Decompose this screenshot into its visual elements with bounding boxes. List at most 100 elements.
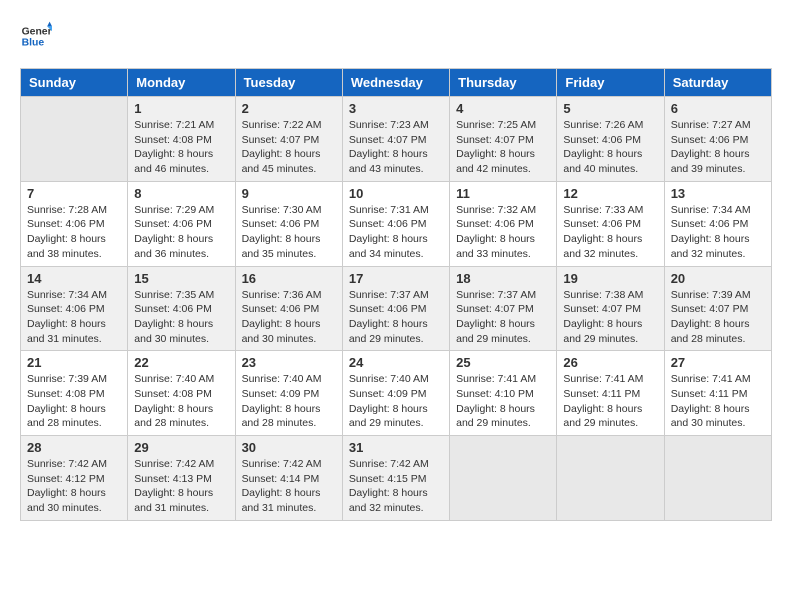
calendar-cell: 23 Sunrise: 7:40 AM Sunset: 4:09 PM Dayli… — [235, 351, 342, 436]
day-of-week-header: Monday — [128, 69, 235, 97]
calendar-cell: 9 Sunrise: 7:30 AM Sunset: 4:06 PM Daylig… — [235, 181, 342, 266]
day-number: 16 — [242, 271, 336, 286]
calendar-cell: 31 Sunrise: 7:42 AM Sunset: 4:15 PM Dayli… — [342, 436, 449, 521]
day-info: Sunrise: 7:39 AM Sunset: 4:08 PM Dayligh… — [27, 372, 121, 431]
day-number: 5 — [563, 101, 657, 116]
day-number: 24 — [349, 355, 443, 370]
day-number: 8 — [134, 186, 228, 201]
day-number: 30 — [242, 440, 336, 455]
day-info: Sunrise: 7:42 AM Sunset: 4:15 PM Dayligh… — [349, 457, 443, 516]
day-info: Sunrise: 7:41 AM Sunset: 4:11 PM Dayligh… — [671, 372, 765, 431]
svg-text:General: General — [22, 26, 52, 37]
calendar-cell: 17 Sunrise: 7:37 AM Sunset: 4:06 PM Dayli… — [342, 266, 449, 351]
day-info: Sunrise: 7:22 AM Sunset: 4:07 PM Dayligh… — [242, 118, 336, 177]
day-number: 19 — [563, 271, 657, 286]
calendar-cell: 15 Sunrise: 7:35 AM Sunset: 4:06 PM Dayli… — [128, 266, 235, 351]
day-info: Sunrise: 7:42 AM Sunset: 4:14 PM Dayligh… — [242, 457, 336, 516]
day-info: Sunrise: 7:40 AM Sunset: 4:09 PM Dayligh… — [242, 372, 336, 431]
day-info: Sunrise: 7:36 AM Sunset: 4:06 PM Dayligh… — [242, 288, 336, 347]
calendar-cell: 29 Sunrise: 7:42 AM Sunset: 4:13 PM Dayli… — [128, 436, 235, 521]
day-number: 29 — [134, 440, 228, 455]
day-number: 21 — [27, 355, 121, 370]
day-number: 7 — [27, 186, 121, 201]
day-of-week-header: Thursday — [450, 69, 557, 97]
calendar-cell — [21, 97, 128, 182]
calendar-cell: 26Sunrise: 7:41 AM Sunset: 4:11 PM Dayli… — [557, 351, 664, 436]
calendar-cell — [664, 436, 771, 521]
day-number: 9 — [242, 186, 336, 201]
calendar-header-row: SundayMondayTuesdayWednesdayThursdayFrid… — [21, 69, 772, 97]
calendar-cell: 10Sunrise: 7:31 AM Sunset: 4:06 PM Dayli… — [342, 181, 449, 266]
day-number: 17 — [349, 271, 443, 286]
day-info: Sunrise: 7:41 AM Sunset: 4:11 PM Dayligh… — [563, 372, 657, 431]
day-number: 13 — [671, 186, 765, 201]
day-number: 25 — [456, 355, 550, 370]
calendar-cell: 25 Sunrise: 7:41 AM Sunset: 4:10 PM Dayli… — [450, 351, 557, 436]
day-info: Sunrise: 7:41 AM Sunset: 4:10 PM Dayligh… — [456, 372, 550, 431]
calendar-cell: 14 Sunrise: 7:34 AM Sunset: 4:06 PM Dayli… — [21, 266, 128, 351]
calendar-cell: 27 Sunrise: 7:41 AM Sunset: 4:11 PM Dayli… — [664, 351, 771, 436]
calendar-cell: 28 Sunrise: 7:42 AM Sunset: 4:12 PM Dayli… — [21, 436, 128, 521]
day-info: Sunrise: 7:40 AM Sunset: 4:08 PM Dayligh… — [134, 372, 228, 431]
logo-icon: General Blue — [20, 20, 52, 52]
day-of-week-header: Wednesday — [342, 69, 449, 97]
day-info: Sunrise: 7:37 AM Sunset: 4:06 PM Dayligh… — [349, 288, 443, 347]
calendar-cell: 22Sunrise: 7:40 AM Sunset: 4:08 PM Dayli… — [128, 351, 235, 436]
day-info: Sunrise: 7:35 AM Sunset: 4:06 PM Dayligh… — [134, 288, 228, 347]
calendar-cell: 16 Sunrise: 7:36 AM Sunset: 4:06 PM Dayli… — [235, 266, 342, 351]
day-number: 2 — [242, 101, 336, 116]
day-info: Sunrise: 7:30 AM Sunset: 4:06 PM Dayligh… — [242, 203, 336, 262]
calendar-cell: 2 Sunrise: 7:22 AM Sunset: 4:07 PM Daylig… — [235, 97, 342, 182]
day-info: Sunrise: 7:27 AM Sunset: 4:06 PM Dayligh… — [671, 118, 765, 177]
day-info: Sunrise: 7:42 AM Sunset: 4:13 PM Dayligh… — [134, 457, 228, 516]
day-number: 14 — [27, 271, 121, 286]
calendar-table: SundayMondayTuesdayWednesdayThursdayFrid… — [20, 68, 772, 521]
day-number: 23 — [242, 355, 336, 370]
day-number: 10 — [349, 186, 443, 201]
day-number: 20 — [671, 271, 765, 286]
day-of-week-header: Friday — [557, 69, 664, 97]
calendar-cell: 18 Sunrise: 7:37 AM Sunset: 4:07 PM Dayli… — [450, 266, 557, 351]
day-number: 3 — [349, 101, 443, 116]
day-info: Sunrise: 7:39 AM Sunset: 4:07 PM Dayligh… — [671, 288, 765, 347]
day-info: Sunrise: 7:28 AM Sunset: 4:06 PM Dayligh… — [27, 203, 121, 262]
calendar-cell: 4Sunrise: 7:25 AM Sunset: 4:07 PM Daylig… — [450, 97, 557, 182]
day-info: Sunrise: 7:26 AM Sunset: 4:06 PM Dayligh… — [563, 118, 657, 177]
calendar-week-row: 28 Sunrise: 7:42 AM Sunset: 4:12 PM Dayli… — [21, 436, 772, 521]
day-info: Sunrise: 7:38 AM Sunset: 4:07 PM Dayligh… — [563, 288, 657, 347]
day-number: 6 — [671, 101, 765, 116]
day-number: 1 — [134, 101, 228, 116]
calendar-cell: 1 Sunrise: 7:21 AM Sunset: 4:08 PM Daylig… — [128, 97, 235, 182]
day-info: Sunrise: 7:33 AM Sunset: 4:06 PM Dayligh… — [563, 203, 657, 262]
calendar-cell: 24 Sunrise: 7:40 AM Sunset: 4:09 PM Dayli… — [342, 351, 449, 436]
calendar-cell: 3 Sunrise: 7:23 AM Sunset: 4:07 PM Daylig… — [342, 97, 449, 182]
day-of-week-header: Sunday — [21, 69, 128, 97]
day-info: Sunrise: 7:32 AM Sunset: 4:06 PM Dayligh… — [456, 203, 550, 262]
calendar-cell: 21 Sunrise: 7:39 AM Sunset: 4:08 PM Dayli… — [21, 351, 128, 436]
calendar-week-row: 21 Sunrise: 7:39 AM Sunset: 4:08 PM Dayli… — [21, 351, 772, 436]
day-info: Sunrise: 7:37 AM Sunset: 4:07 PM Dayligh… — [456, 288, 550, 347]
day-of-week-header: Saturday — [664, 69, 771, 97]
day-number: 31 — [349, 440, 443, 455]
day-number: 28 — [27, 440, 121, 455]
day-number: 18 — [456, 271, 550, 286]
calendar-cell: 11 Sunrise: 7:32 AM Sunset: 4:06 PM Dayli… — [450, 181, 557, 266]
calendar-week-row: 1 Sunrise: 7:21 AM Sunset: 4:08 PM Daylig… — [21, 97, 772, 182]
day-info: Sunrise: 7:42 AM Sunset: 4:12 PM Dayligh… — [27, 457, 121, 516]
calendar-cell: 8Sunrise: 7:29 AM Sunset: 4:06 PM Daylig… — [128, 181, 235, 266]
calendar-cell: 7 Sunrise: 7:28 AM Sunset: 4:06 PM Daylig… — [21, 181, 128, 266]
calendar-cell: 19 Sunrise: 7:38 AM Sunset: 4:07 PM Dayli… — [557, 266, 664, 351]
day-number: 11 — [456, 186, 550, 201]
page-header: General Blue — [20, 20, 772, 52]
svg-text:Blue: Blue — [22, 38, 45, 49]
day-of-week-header: Tuesday — [235, 69, 342, 97]
day-info: Sunrise: 7:21 AM Sunset: 4:08 PM Dayligh… — [134, 118, 228, 177]
day-info: Sunrise: 7:23 AM Sunset: 4:07 PM Dayligh… — [349, 118, 443, 177]
logo: General Blue — [20, 20, 52, 52]
day-number: 15 — [134, 271, 228, 286]
day-number: 12 — [563, 186, 657, 201]
day-number: 27 — [671, 355, 765, 370]
day-info: Sunrise: 7:40 AM Sunset: 4:09 PM Dayligh… — [349, 372, 443, 431]
day-info: Sunrise: 7:34 AM Sunset: 4:06 PM Dayligh… — [27, 288, 121, 347]
day-info: Sunrise: 7:34 AM Sunset: 4:06 PM Dayligh… — [671, 203, 765, 262]
